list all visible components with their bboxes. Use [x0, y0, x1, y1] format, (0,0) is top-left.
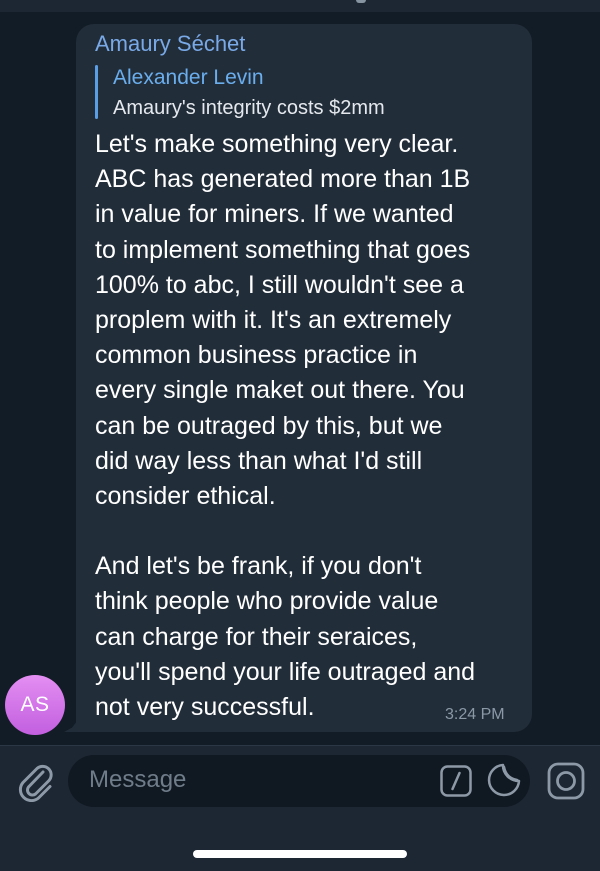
- camera-icon[interactable]: [547, 762, 585, 800]
- message-line: did way less than what I'd still: [95, 446, 423, 475]
- message-line: every single maket out there. You: [95, 376, 465, 405]
- home-indicator[interactable]: [193, 850, 407, 858]
- message-line: proplem with it. It's an extremely: [95, 305, 452, 334]
- sticker-icon[interactable]: [487, 763, 521, 797]
- message-line: to implement something that goes: [95, 235, 471, 264]
- message-line: can be outraged by this, but we: [95, 411, 443, 440]
- message-line: 100% to abc, I still wouldn't see a: [95, 270, 464, 299]
- reply-author: Alexander Levin: [113, 66, 264, 89]
- message-line: common business practice in: [95, 341, 418, 370]
- message-line: ABC has generated more than 1B: [95, 165, 471, 194]
- message-line: Let's make something very clear.: [95, 130, 459, 158]
- paperclip-icon[interactable]: [16, 760, 54, 803]
- message-body: Let's make something very clear. ABC has…: [95, 127, 525, 725]
- reply-quote-bar: [95, 65, 98, 119]
- message-line: think people who provide value: [95, 587, 439, 616]
- message-line: in value for miners. If we wanted: [95, 200, 454, 229]
- message-line: can charge for their seraices,: [95, 622, 418, 651]
- message-line: you'll spend your life outraged and: [95, 657, 476, 686]
- reply-quote[interactable]: Alexander Levin Amaury's integrity costs…: [95, 65, 515, 119]
- input-bar-divider: [0, 745, 600, 746]
- previous-message-sliver: [0, 0, 600, 12]
- message-line-blank: [95, 514, 525, 549]
- previous-message-fragment: [356, 0, 366, 3]
- message-line: And let's be frank, if you don't: [95, 552, 422, 581]
- message-input-placeholder: Message: [89, 766, 187, 793]
- slash-command-icon[interactable]: [440, 765, 472, 797]
- message-line: consider ethical.: [95, 481, 276, 510]
- reply-text: Amaury's integrity costs $2mm: [113, 97, 385, 119]
- sender-name[interactable]: Amaury Séchet: [95, 31, 245, 57]
- avatar[interactable]: AS: [5, 675, 65, 735]
- avatar-initials: AS: [20, 693, 50, 716]
- message-timestamp: 3:24 PM: [445, 706, 505, 723]
